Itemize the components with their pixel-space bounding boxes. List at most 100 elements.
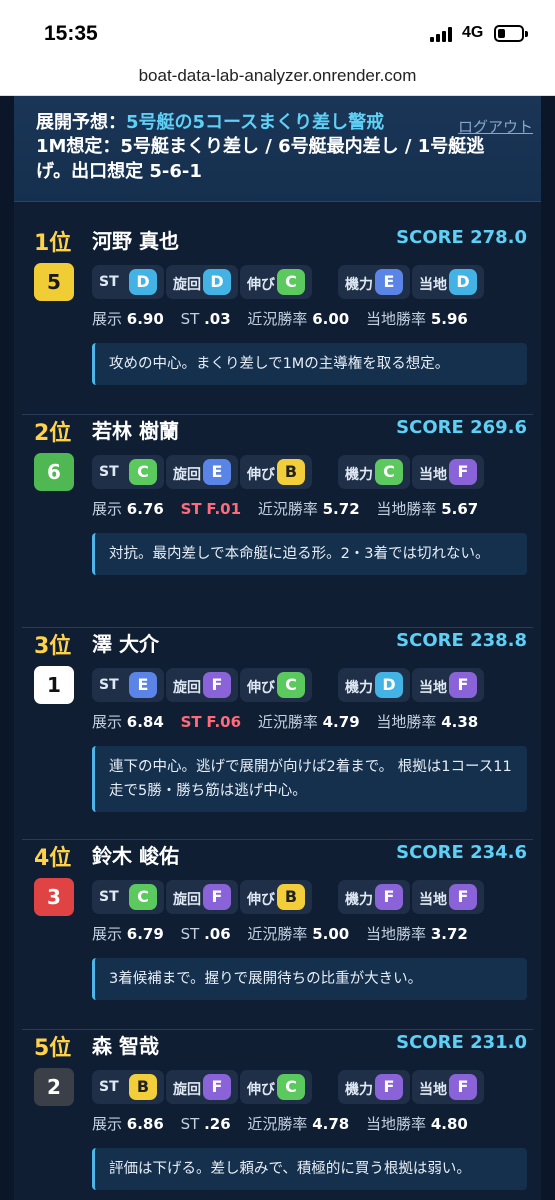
grade-chip-nobi: 伸び C [240, 668, 312, 702]
battery-icon [494, 25, 528, 42]
grade-label: 機力 [345, 277, 373, 293]
racer-comment: 3着候補まで。握りで展開待ちの比重が大きい。 [92, 958, 527, 1000]
grade-label: ST [99, 1079, 119, 1095]
grade-chip-nobi: 伸び B [240, 880, 312, 914]
grade-value: C [375, 459, 403, 485]
stat-label-touchi: 当地勝率 [366, 310, 427, 328]
stat-label-touchi: 当地勝率 [376, 713, 437, 731]
grade-value: B [277, 459, 305, 485]
grade-label: 当地 [419, 277, 447, 293]
grade-label: 旋回 [173, 1082, 201, 1098]
score-label: SCORE [396, 842, 464, 863]
stat-tenji: 6.76 [126, 500, 164, 518]
grade-value: F [375, 1074, 403, 1100]
grade-value: F [203, 672, 231, 698]
racer-stats: 展示 6.84 ST F.06 近況勝率 4.79 当地勝率 4.38 [92, 711, 490, 732]
grade-chip-turn: 旋回 F [166, 668, 238, 702]
status-bar: 15:35 4G [0, 0, 555, 62]
grade-label: 当地 [419, 1082, 447, 1098]
racer-score: SCORE 234.6 [396, 842, 527, 863]
racer-rank: 5位 [34, 1036, 72, 1061]
logout-link[interactable]: ログアウト [458, 116, 533, 137]
racer-name: 森 智哉 [92, 1034, 159, 1058]
racer-score: SCORE 238.8 [396, 630, 527, 651]
stat-kinkyo: 6.00 [312, 310, 350, 328]
grade-label: ST [99, 677, 119, 693]
race-summary: 展開予想：5号艇の5コースまくり差し警戒 1M想定：5号艇まくり差し / 6号艇… [14, 96, 541, 202]
racer-stats: 展示 6.86 ST .26 近況勝率 4.78 当地勝率 4.80 [92, 1113, 480, 1134]
racer-rank: 1位 [34, 231, 72, 256]
grade-chip-local: 当地 F [412, 1070, 484, 1104]
grade-chip-power: 機力 C [338, 455, 410, 489]
racer-score: SCORE 269.6 [396, 417, 527, 438]
stat-label-tenji: 展示 [92, 500, 123, 518]
grade-label: 伸び [247, 467, 275, 483]
racer-rank: 2位 [34, 421, 72, 446]
score-value: 231.0 [470, 1032, 527, 1053]
status-time: 15:35 [44, 22, 98, 45]
racer-comment: 評価は下げる。差し頼みで、積極的に買う根拠は弱い。 [92, 1148, 527, 1190]
grade-label: 旋回 [173, 680, 201, 696]
grade-value: C [129, 884, 157, 910]
summary-detail: 1M想定：5号艇まくり差し / 6号艇最内差し / 1号艇逃げ。出口想定 5-6… [36, 136, 485, 182]
boat-number-badge: 6 [34, 453, 74, 491]
grade-chip-st: ST E [92, 668, 164, 702]
stat-label-tenji: 展示 [92, 713, 123, 731]
grade-value: C [277, 269, 305, 295]
grade-chip-st: ST B [92, 1070, 164, 1104]
grade-label: ST [99, 889, 119, 905]
racer-card: 2位 若林 樹蘭 SCORE 269.6 6 ST C 旋回 E 伸び B 機力… [22, 415, 533, 628]
grade-chip-turn: 旋回 D [166, 265, 238, 299]
grade-chip-nobi: 伸び C [240, 1070, 312, 1104]
stat-tenji: 6.79 [126, 925, 164, 943]
grade-chip-local: 当地 D [412, 265, 484, 299]
stat-label-touchi: 当地勝率 [366, 1115, 427, 1133]
stat-tenji: 6.86 [126, 1115, 164, 1133]
grade-chip-local: 当地 F [412, 668, 484, 702]
grade-chip-st: ST C [92, 455, 164, 489]
stat-touchi: 4.38 [441, 713, 479, 731]
grade-chip-turn: 旋回 F [166, 880, 238, 914]
grade-chip-turn: 旋回 E [166, 455, 238, 489]
stat-touchi: 3.72 [430, 925, 468, 943]
stat-label-touchi: 当地勝率 [366, 925, 427, 943]
page-edge-left [0, 96, 14, 1200]
stat-label-st: ST [180, 1115, 200, 1133]
boat-number-badge: 2 [34, 1068, 74, 1106]
grade-value: B [277, 884, 305, 910]
grade-value: F [449, 1074, 477, 1100]
stat-st-flying: F.06 [206, 713, 242, 731]
stat-st: .06 [204, 925, 231, 943]
racer-score: SCORE 278.0 [396, 227, 527, 248]
racer-stats: 展示 6.90 ST .03 近況勝率 6.00 当地勝率 5.96 [92, 308, 480, 329]
grade-chip-local: 当地 F [412, 880, 484, 914]
score-label: SCORE [396, 227, 464, 248]
grade-label: 当地 [419, 892, 447, 908]
racer-comment: 連下の中心。逃げで展開が向けば2着まで。 根拠は1コース11走で5勝・勝ち筋は逃… [92, 746, 527, 812]
score-value: 278.0 [470, 227, 527, 248]
grade-label: 伸び [247, 1082, 275, 1098]
boat-number-badge: 1 [34, 666, 74, 704]
url-bar[interactable]: boat-data-lab-analyzer.onrender.com [0, 62, 555, 96]
stat-kinkyo: 4.78 [312, 1115, 350, 1133]
summary-highlight: 5号艇の5コースまくり差し警戒 [126, 112, 385, 133]
racer-comment: 攻めの中心。まくり差しで1Mの主導権を取る想定。 [92, 343, 527, 385]
racer-card: 5位 森 智哉 SCORE 231.0 2 ST B 旋回 F 伸び C 機力 … [22, 1030, 533, 1200]
stat-label-kinkyo: 近況勝率 [257, 500, 318, 518]
grade-chip-power: 機力 D [338, 668, 410, 702]
stat-touchi: 5.96 [430, 310, 468, 328]
boat-number-badge: 5 [34, 263, 74, 301]
grade-label: 機力 [345, 1082, 373, 1098]
stat-label-kinkyo: 近況勝率 [247, 310, 308, 328]
stat-tenji: 6.90 [126, 310, 164, 328]
stat-kinkyo: 5.00 [312, 925, 350, 943]
grade-value: F [449, 459, 477, 485]
grade-value: C [277, 1074, 305, 1100]
grade-value: F [449, 672, 477, 698]
grade-chip-nobi: 伸び C [240, 265, 312, 299]
stat-label-st: ST [180, 925, 200, 943]
grade-value: D [449, 269, 477, 295]
grade-value: E [129, 672, 157, 698]
stat-label-kinkyo: 近況勝率 [247, 925, 308, 943]
grade-label: ST [99, 274, 119, 290]
